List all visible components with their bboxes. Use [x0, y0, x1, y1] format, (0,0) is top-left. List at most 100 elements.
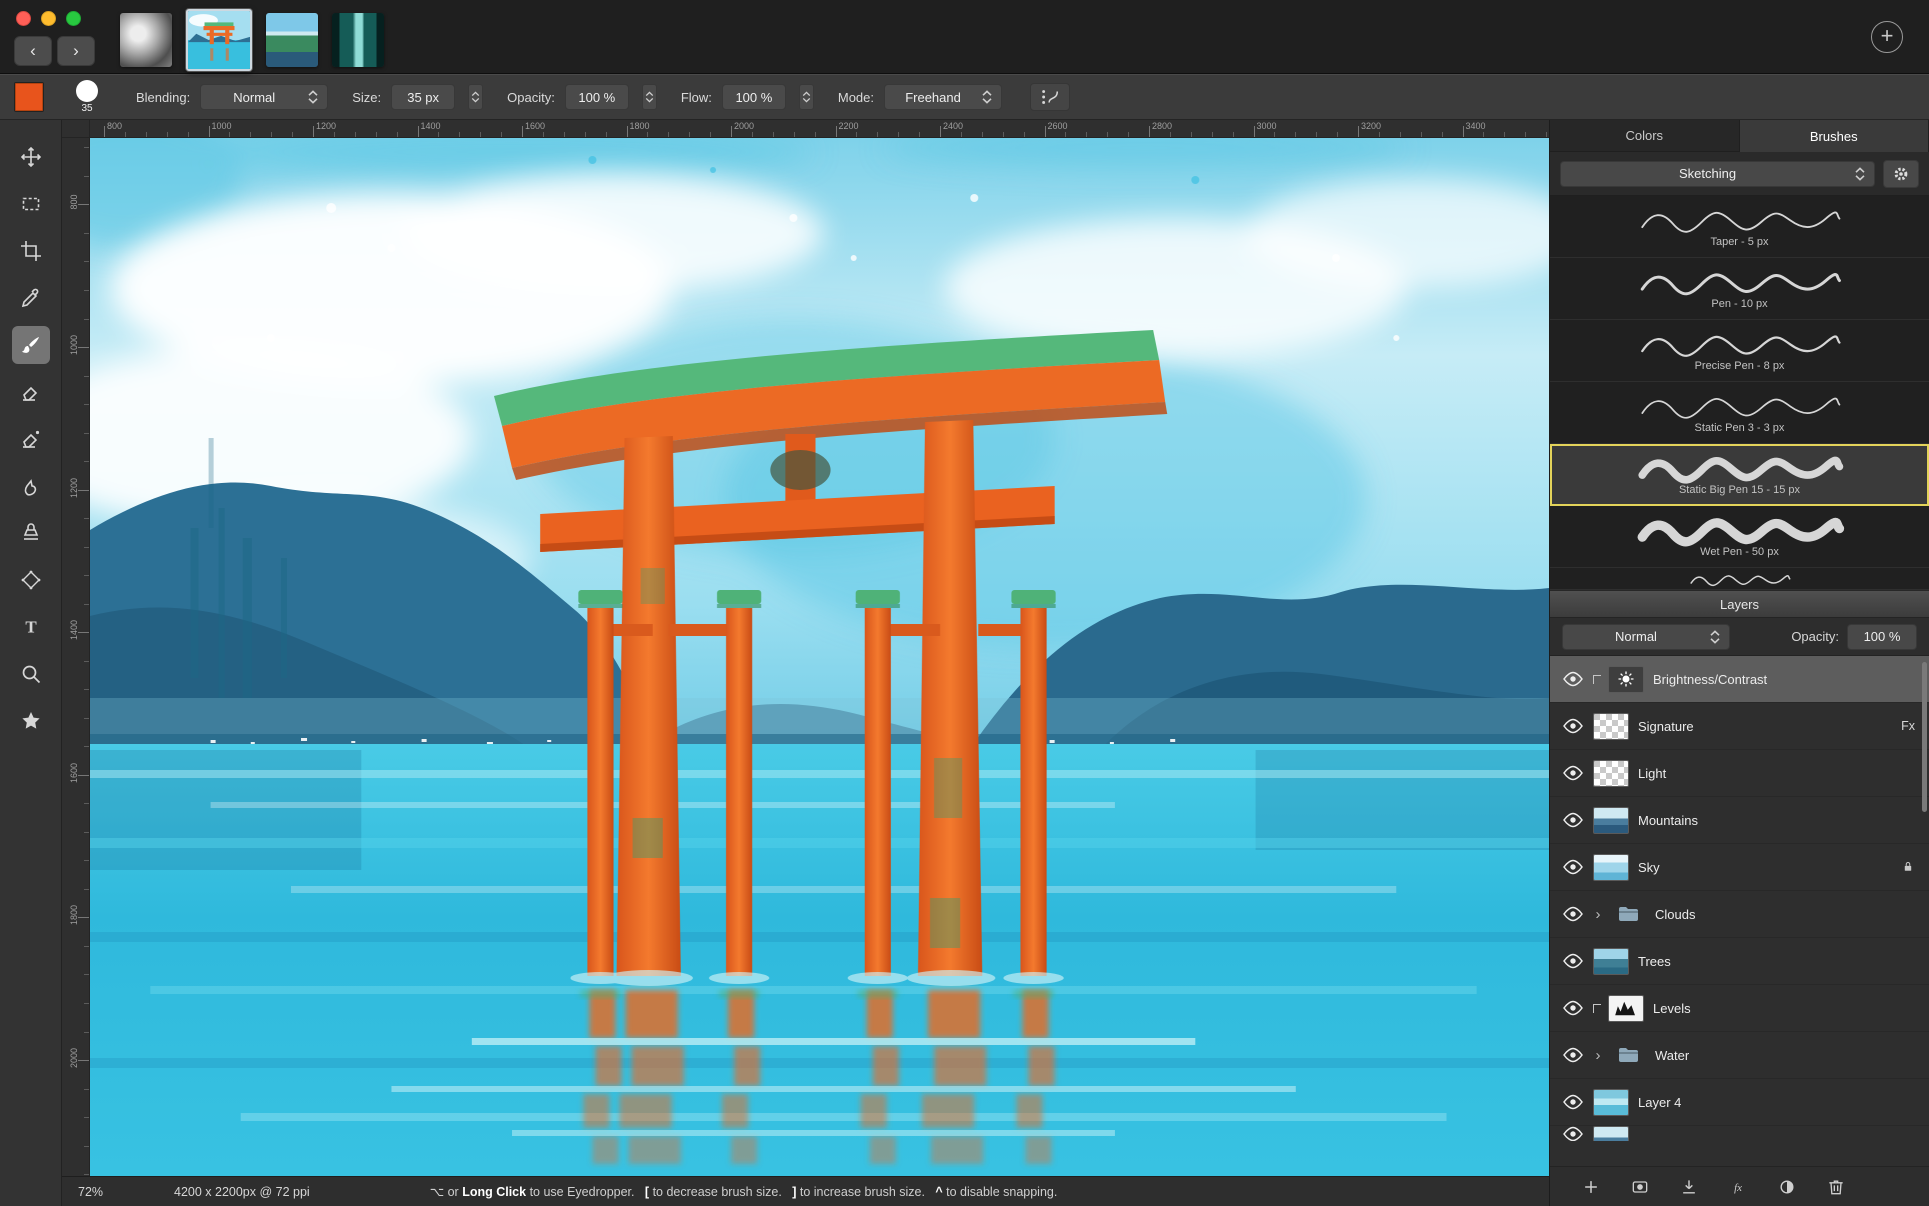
brush-item-selected[interactable]: Static Big Pen 15 - 15 px: [1550, 444, 1929, 506]
group-folder-icon[interactable]: [1610, 901, 1646, 928]
close-button[interactable]: [16, 11, 31, 26]
forward-button[interactable]: ›: [57, 36, 95, 66]
layer-row-signature[interactable]: Signature Fx: [1550, 703, 1929, 750]
adjustment-button[interactable]: [1776, 1176, 1798, 1198]
visibility-eye-icon[interactable]: [1562, 671, 1584, 687]
chevron-updown-icon: [1707, 629, 1723, 645]
clone-stamp-tool-button[interactable]: [12, 514, 50, 552]
back-button[interactable]: ‹: [14, 36, 52, 66]
brush-preview[interactable]: 35: [76, 80, 98, 114]
size-stepper[interactable]: [468, 84, 483, 110]
size-input[interactable]: 35 px: [391, 84, 455, 110]
mode-dropdown[interactable]: Freehand: [884, 84, 1002, 110]
layer-row-light[interactable]: Light: [1550, 750, 1929, 797]
blending-dropdown[interactable]: Normal: [200, 84, 328, 110]
adjustment-thumbnail[interactable]: [1608, 995, 1644, 1022]
delete-layer-button[interactable]: [1825, 1176, 1847, 1198]
canvas[interactable]: [90, 138, 1549, 1176]
visibility-eye-icon[interactable]: [1562, 1047, 1584, 1063]
layer-thumbnail[interactable]: [1593, 854, 1629, 881]
stabilizer-button[interactable]: [1030, 83, 1070, 111]
visibility-eye-icon[interactable]: [1562, 1000, 1584, 1016]
crop-tool-button[interactable]: [12, 232, 50, 270]
opacity-input[interactable]: 100 %: [565, 84, 629, 110]
mesh-warp-tool-button[interactable]: [12, 561, 50, 599]
brush-item[interactable]: Static Pen 3 - 3 px: [1550, 382, 1929, 444]
brush-item[interactable]: Wet Pen - 50 px: [1550, 506, 1929, 568]
smudge-tool-button[interactable]: [12, 467, 50, 505]
visibility-eye-icon[interactable]: [1562, 1094, 1584, 1110]
expand-chevron-icon[interactable]: ›: [1593, 1047, 1603, 1064]
visibility-eye-icon[interactable]: [1562, 953, 1584, 969]
layer-effects-button[interactable]: fx: [1727, 1176, 1749, 1198]
expand-chevron-icon[interactable]: ›: [1593, 906, 1603, 923]
layer-row-levels[interactable]: Levels: [1550, 985, 1929, 1032]
visibility-eye-icon[interactable]: [1562, 859, 1584, 875]
new-document-button[interactable]: +: [1871, 21, 1903, 53]
fx-badge[interactable]: Fx: [1901, 719, 1915, 733]
move-tool-button[interactable]: [12, 138, 50, 176]
layer-row-water-group[interactable]: › Water: [1550, 1032, 1929, 1079]
ruler-corner: [62, 120, 90, 137]
visibility-eye-icon[interactable]: [1562, 718, 1584, 734]
visibility-eye-icon[interactable]: [1562, 906, 1584, 922]
doc-tab-2-active[interactable]: [186, 9, 252, 71]
minimize-button[interactable]: [41, 11, 56, 26]
brush-category-row: Sketching: [1550, 152, 1929, 196]
doc-tab-3[interactable]: [266, 13, 318, 67]
flow-input[interactable]: 100 %: [722, 84, 786, 110]
doc-tab-4[interactable]: [332, 13, 384, 67]
text-tool-button[interactable]: T: [12, 608, 50, 646]
layers-scrollbar[interactable]: [1922, 662, 1927, 812]
color-swatch[interactable]: [14, 82, 44, 112]
brush-label: Taper - 5 px: [1710, 236, 1768, 248]
layer-thumbnail[interactable]: [1593, 1089, 1629, 1116]
fullscreen-button[interactable]: [66, 11, 81, 26]
layer-thumbnail[interactable]: [1593, 1126, 1629, 1141]
layer-thumbnail[interactable]: [1593, 760, 1629, 787]
layer-thumbnail[interactable]: [1593, 713, 1629, 740]
visibility-eye-icon[interactable]: [1562, 812, 1584, 828]
layer-thumbnail[interactable]: [1593, 948, 1629, 975]
brush-item[interactable]: [1550, 568, 1929, 590]
layer-row-clouds-group[interactable]: › Clouds: [1550, 891, 1929, 938]
color-picker-tool-button[interactable]: [12, 279, 50, 317]
brush-item[interactable]: Precise Pen - 8 px: [1550, 320, 1929, 382]
brush-item[interactable]: Taper - 5 px: [1550, 196, 1929, 258]
brush-settings-button[interactable]: [1883, 160, 1919, 188]
layer-row-brightness-contrast[interactable]: Brightness/Contrast: [1550, 656, 1929, 703]
layer-row-partial[interactable]: [1550, 1126, 1929, 1141]
layer-thumbnail[interactable]: [1593, 807, 1629, 834]
mesh-warp-icon: [19, 568, 43, 592]
add-layer-button[interactable]: [1580, 1176, 1602, 1198]
opacity-stepper[interactable]: [642, 84, 657, 110]
brush-item[interactable]: Pen - 10 px: [1550, 258, 1929, 320]
merge-import-button[interactable]: [1678, 1176, 1700, 1198]
ruler-label: 3200: [1358, 121, 1381, 131]
layer-row-sky[interactable]: Sky: [1550, 844, 1929, 891]
layer-row-layer4[interactable]: Layer 4: [1550, 1079, 1929, 1126]
layer-opacity-input[interactable]: 100 %: [1847, 624, 1917, 650]
doc-tab-1[interactable]: [120, 13, 172, 67]
mode-label: Mode:: [838, 90, 874, 105]
brush-list: Taper - 5 px Pen - 10 px Precise Pen - 8…: [1550, 196, 1929, 590]
flow-stepper[interactable]: [799, 84, 814, 110]
layers-panel-header: Layers: [1550, 590, 1929, 618]
group-folder-icon[interactable]: [1610, 1042, 1646, 1069]
background-eraser-tool-button[interactable]: [12, 420, 50, 458]
paint-brush-tool-button[interactable]: [12, 326, 50, 364]
layer-row-mountains[interactable]: Mountains: [1550, 797, 1929, 844]
tab-brushes[interactable]: Brushes: [1740, 120, 1929, 152]
brush-category-dropdown[interactable]: Sketching: [1560, 161, 1875, 187]
add-mask-button[interactable]: [1629, 1176, 1651, 1198]
layer-row-trees[interactable]: Trees: [1550, 938, 1929, 985]
zoom-tool-button[interactable]: [12, 655, 50, 693]
marquee-select-tool-button[interactable]: [12, 185, 50, 223]
favorites-tool-button[interactable]: [12, 702, 50, 740]
eraser-tool-button[interactable]: [12, 373, 50, 411]
adjustment-thumbnail[interactable]: [1608, 666, 1644, 693]
layer-blend-dropdown[interactable]: Normal: [1562, 624, 1730, 650]
visibility-eye-icon[interactable]: [1562, 1126, 1584, 1141]
tab-colors[interactable]: Colors: [1550, 120, 1740, 152]
visibility-eye-icon[interactable]: [1562, 765, 1584, 781]
